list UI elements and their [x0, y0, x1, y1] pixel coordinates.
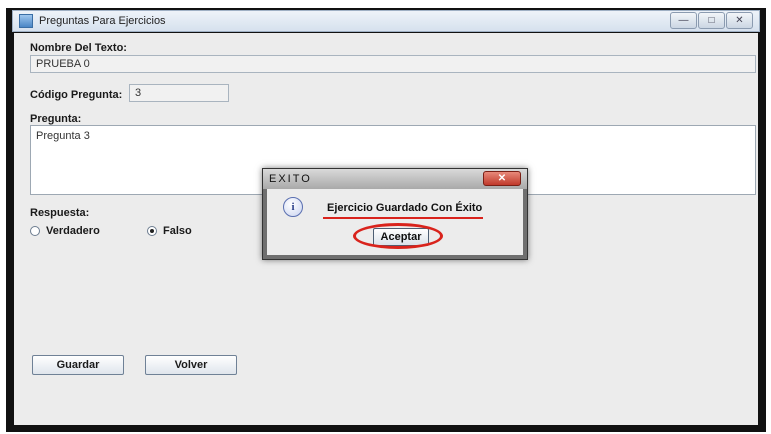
minimize-button[interactable]: — [670, 12, 697, 29]
codigo-label: Código Pregunta: [30, 89, 123, 101]
maximize-button[interactable]: □ [698, 12, 725, 29]
dialog-message: Ejercicio Guardado Con Éxito [327, 202, 483, 214]
red-underline-annotation [323, 217, 483, 219]
nombre-label: Nombre Del Texto: [30, 42, 127, 54]
guardar-button[interactable]: Guardar [32, 355, 124, 375]
dialog-title: EXITO [269, 173, 312, 185]
window-titlebar[interactable]: Preguntas Para Ejercicios — □ ✕ [12, 10, 760, 32]
success-dialog: EXITO ✕ i Ejercicio Guardado Con Éxito A… [262, 168, 528, 260]
radio-verdadero-circle[interactable] [30, 226, 40, 236]
red-circle-annotation [353, 223, 443, 249]
window-title: Preguntas Para Ejercicios [39, 15, 166, 27]
radio-verdadero[interactable]: Verdadero [30, 225, 100, 237]
pregunta-label: Pregunta: [30, 113, 82, 125]
radio-verdadero-label: Verdadero [46, 225, 100, 237]
codigo-field[interactable]: 3 [129, 84, 229, 102]
dialog-titlebar[interactable]: EXITO ✕ [263, 169, 527, 189]
info-icon: i [283, 197, 303, 217]
window-controls: — □ ✕ [670, 12, 753, 29]
java-app-icon [19, 14, 33, 28]
respuesta-label: Respuesta: [30, 207, 90, 219]
radio-falso[interactable]: Falso [147, 225, 192, 237]
volver-button[interactable]: Volver [145, 355, 237, 375]
radio-falso-label: Falso [163, 225, 192, 237]
nombre-field[interactable]: PRUEBA 0 [30, 55, 756, 73]
close-window-button[interactable]: ✕ [726, 12, 753, 29]
dialog-body: i Ejercicio Guardado Con Éxito Aceptar [267, 189, 523, 255]
radio-falso-circle[interactable] [147, 226, 157, 236]
dialog-close-button[interactable]: ✕ [483, 171, 521, 186]
